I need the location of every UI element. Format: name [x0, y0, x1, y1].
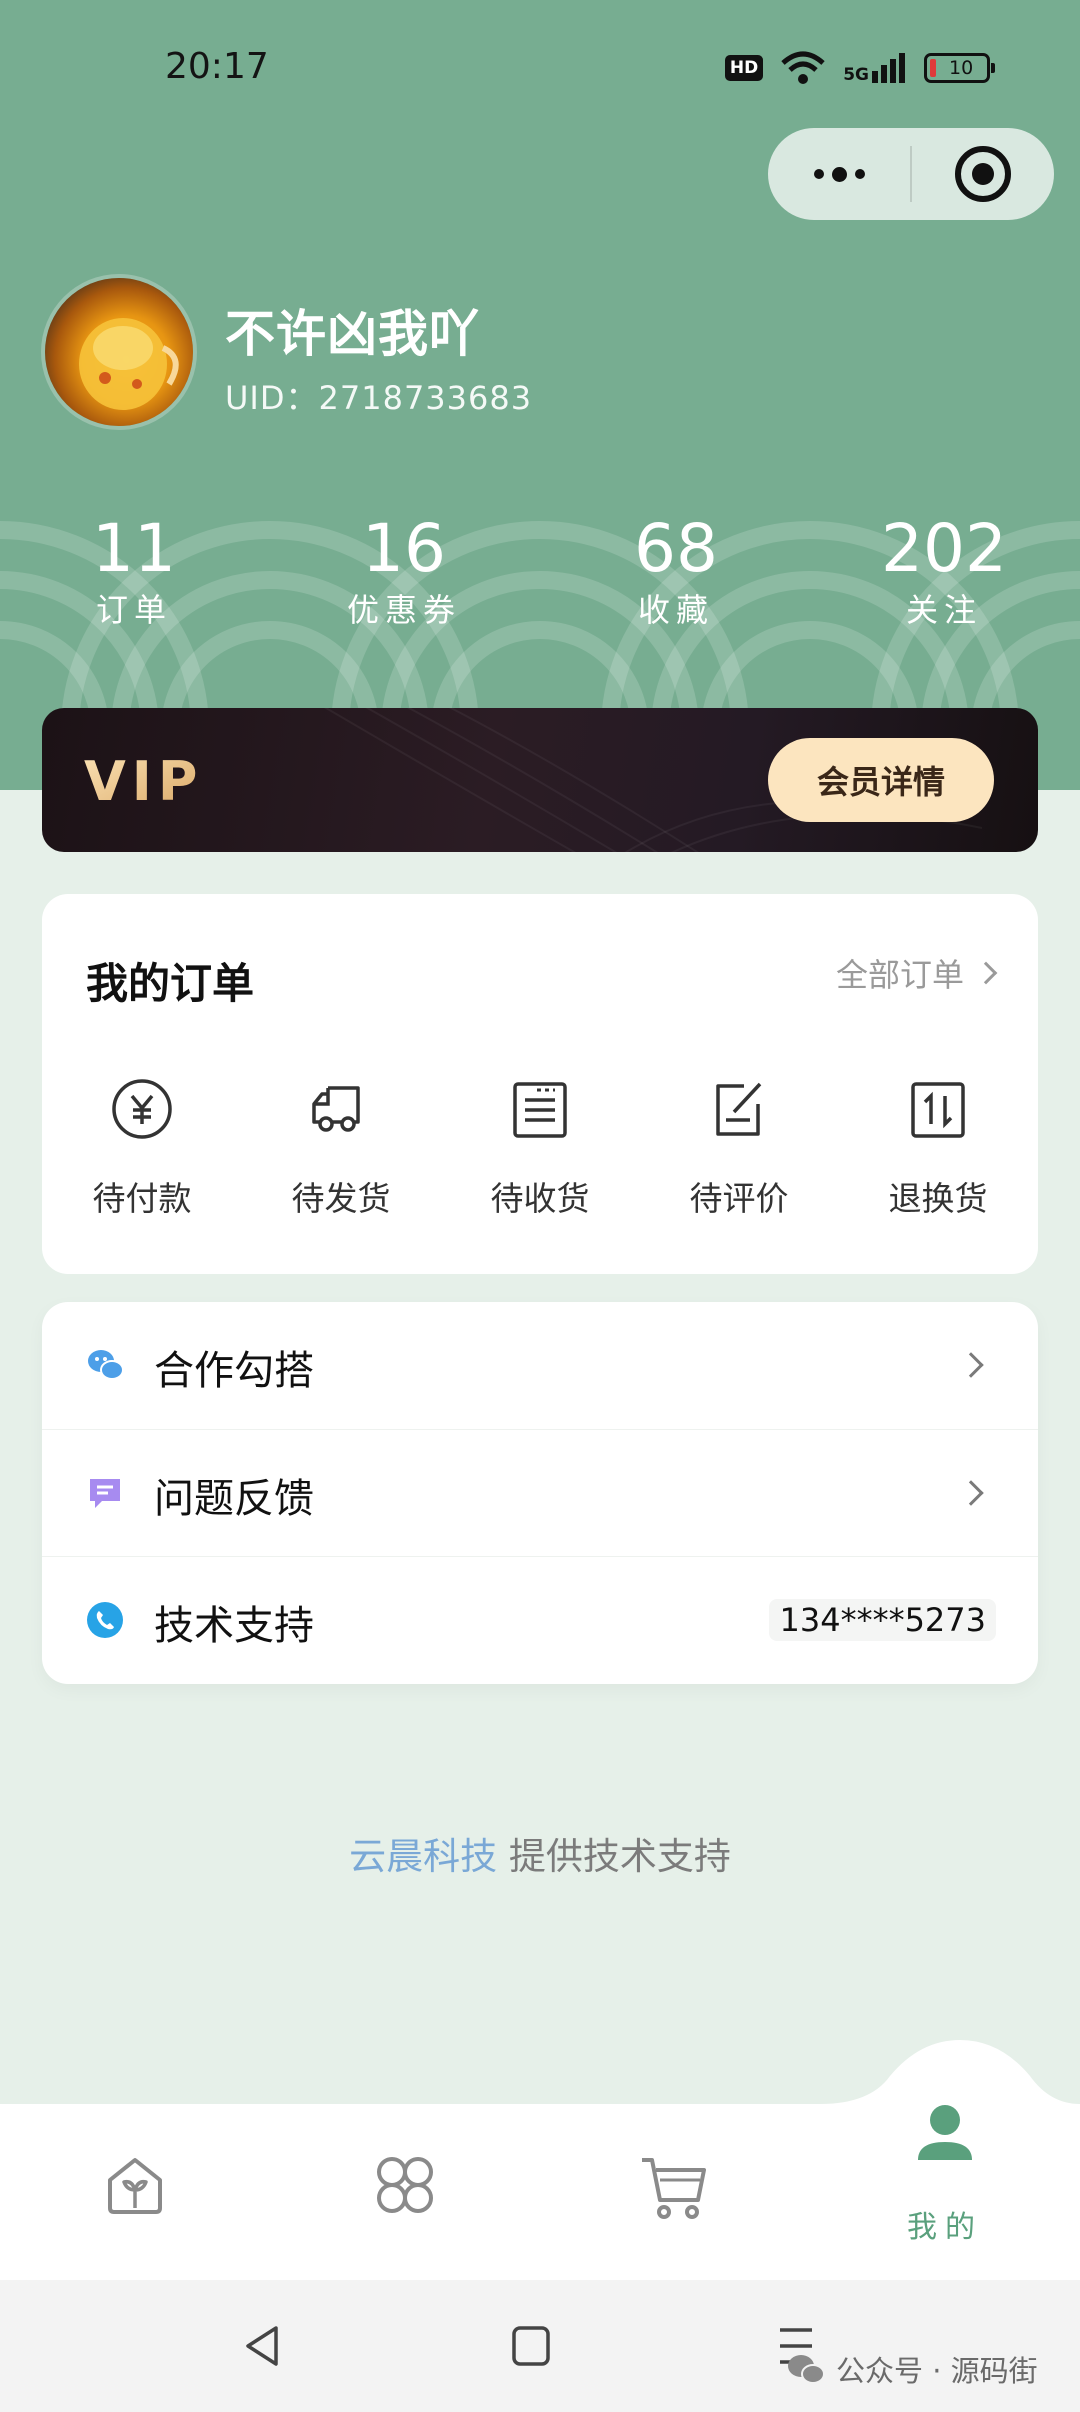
wifi-icon: [781, 51, 825, 84]
tech-support-credit: 云晨科技 提供技术支持: [0, 1826, 1080, 1880]
receipt-icon: [513, 1082, 567, 1138]
order-item-label: 待发货: [291, 1179, 391, 1218]
stat-label: 收藏: [637, 591, 714, 629]
status-icons: HD 5G 10: [724, 48, 995, 88]
stat-value: 68: [634, 510, 718, 587]
chevron-right-icon: [958, 1480, 984, 1506]
battery-icon: 10: [924, 53, 995, 83]
avatar[interactable]: [45, 278, 193, 426]
more-dot-icon: [854, 169, 865, 179]
menu-item-label: 技术支持: [154, 1603, 314, 1649]
system-navigation-bar: [0, 2280, 1080, 2412]
hd-badge: HD: [724, 55, 764, 81]
orders-title: 我的订单: [86, 959, 255, 1008]
tab-label: 我的: [907, 2210, 983, 2245]
stat-favorites[interactable]: 68 收藏: [576, 510, 776, 632]
home-icon: [108, 2158, 162, 2214]
edit-note-icon: [716, 1082, 762, 1136]
phone-icon: [87, 1602, 123, 1638]
stats-row: 11 订单 16 优惠券 68 收藏 202 关注: [0, 510, 1080, 650]
miniprogram-capsule: [768, 128, 1054, 220]
feedback-icon: [90, 1479, 120, 1508]
order-item-label: 待收货: [490, 1179, 590, 1218]
credit-brand-link[interactable]: 云晨科技: [349, 1835, 497, 1878]
more-dot-icon: [831, 166, 847, 182]
yen-circle-icon: [112, 1079, 172, 1139]
svg-text:VIP: VIP: [84, 752, 203, 808]
bottom-tab-bar: 我的: [0, 2030, 1080, 2280]
stat-label: 优惠券: [346, 591, 461, 629]
all-orders-link[interactable]: 全部订单: [835, 950, 998, 996]
user-icon: [918, 2105, 972, 2160]
menu-item-cooperation[interactable]: 合作勾搭: [42, 1302, 1038, 1429]
menu-item-tech-support[interactable]: 技术支持 134****5273: [42, 1556, 1038, 1683]
menu-item-label: 问题反馈: [154, 1476, 314, 1522]
order-pending-shipment[interactable]: 待发货: [261, 1076, 421, 1220]
stat-coupons[interactable]: 16 优惠券: [304, 510, 504, 632]
stat-following[interactable]: 202 关注: [844, 510, 1044, 632]
stat-label: 订单: [95, 591, 172, 629]
stat-value: 11: [92, 510, 176, 587]
avatar-image: [79, 318, 179, 410]
stat-orders[interactable]: 11 订单: [34, 510, 234, 632]
home-nav-icon[interactable]: [511, 2322, 551, 2370]
more-dot-icon: [813, 169, 824, 179]
wechat-icon: [788, 2355, 825, 2384]
vip-banner[interactable]: VIP 会员详情: [42, 708, 1038, 852]
member-details-button[interactable]: 会员详情: [768, 738, 994, 822]
menu-item-label: 合作勾搭: [154, 1348, 314, 1394]
username: 不许凶我吖: [225, 305, 480, 363]
order-returns[interactable]: 退换货: [858, 1076, 1018, 1220]
more-options-button[interactable]: [768, 128, 910, 220]
chevron-right-icon: [974, 961, 998, 985]
my-orders-card: 我的订单 全部订单 待付款 待发货 待收货 待评价 退换货: [42, 894, 1038, 1274]
watermark-text: 公众号 · 源码街: [836, 2354, 1038, 2388]
cart-icon: [642, 2158, 706, 2219]
watermark: 公众号 · 源码街: [786, 2348, 1038, 2390]
status-time: 20:17: [165, 46, 269, 87]
order-item-label: 待评价: [689, 1179, 789, 1218]
order-item-label: 退换货: [888, 1179, 988, 1218]
order-pending-review[interactable]: 待评价: [659, 1076, 819, 1220]
credit-text: 提供技术支持: [497, 1835, 731, 1878]
exchange-icon: [911, 1082, 965, 1138]
tab-home[interactable]: [65, 2150, 205, 2220]
chevron-right-icon: [958, 1352, 984, 1378]
vip-logo: VIP: [84, 752, 203, 808]
settings-menu: 合作勾搭 问题反馈 技术支持 134****5273: [42, 1302, 1038, 1684]
back-nav-icon[interactable]: [240, 2322, 284, 2370]
support-phone-number[interactable]: 134****5273: [769, 1599, 996, 1641]
order-pending-payment[interactable]: 待付款: [62, 1076, 222, 1220]
stat-label: 关注: [905, 591, 982, 629]
network-badge: 5G: [843, 53, 906, 84]
menu-item-feedback[interactable]: 问题反馈: [42, 1429, 1038, 1556]
order-item-label: 待付款: [92, 1179, 192, 1218]
category-icon: [377, 2157, 433, 2213]
status-bar: 20:17 HD 5G 10: [0, 0, 1080, 135]
wechat-icon: [88, 1350, 124, 1380]
signal-icon: [872, 53, 905, 83]
truck-icon: [312, 1086, 360, 1132]
close-miniprogram-button[interactable]: [912, 128, 1054, 220]
tab-profile[interactable]: 我的: [875, 2098, 1015, 2246]
tab-category[interactable]: [335, 2150, 475, 2220]
order-pending-receipt[interactable]: 待收货: [460, 1076, 620, 1220]
user-id: UID：2718733683: [225, 379, 533, 417]
all-orders-label: 全部订单: [835, 956, 964, 994]
stat-value: 16: [362, 510, 446, 587]
target-icon: [955, 146, 1011, 202]
stat-value: 202: [881, 510, 1007, 587]
tab-cart[interactable]: [605, 2150, 745, 2224]
